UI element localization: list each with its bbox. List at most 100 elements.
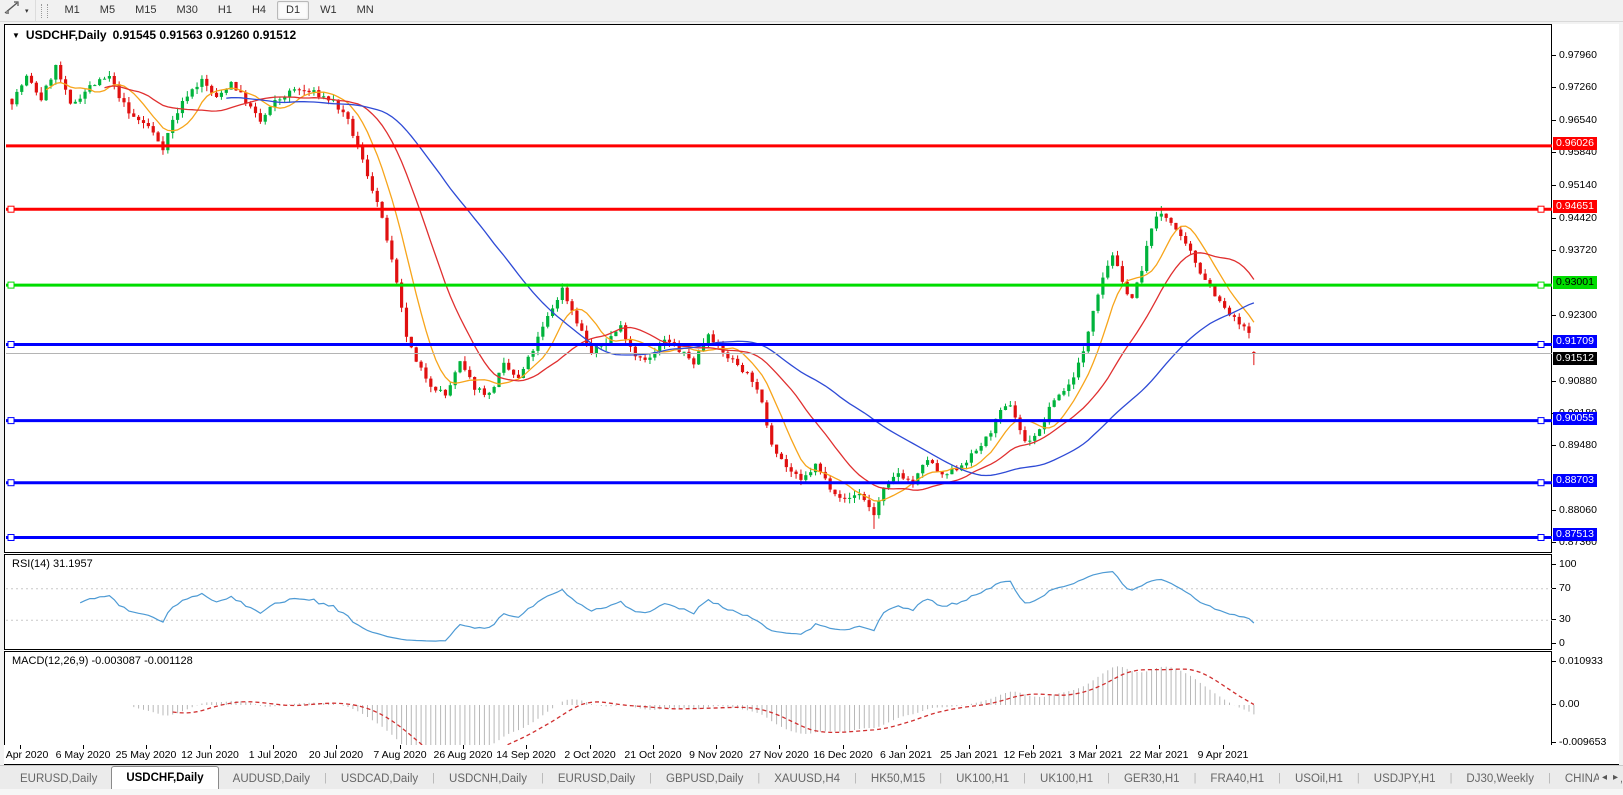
line-handle[interactable] (7, 281, 15, 289)
line-handle[interactable] (1537, 417, 1545, 425)
chart-tab-USDJPY-H1[interactable]: USDJPY,H1 (1360, 769, 1450, 789)
chart-dropdown-icon[interactable]: ▼ (12, 31, 20, 40)
date-label: 2 Oct 2020 (564, 749, 616, 761)
date-label: 25 May 2020 (115, 749, 177, 761)
date-label: 9 Apr 2021 (1197, 749, 1249, 761)
date-label: 22 Mar 2021 (1129, 749, 1189, 761)
price-pane[interactable]: ▼ USDCHF,Daily 0.91545 0.91563 0.91260 0… (4, 24, 1552, 553)
chart-tab-USDCAD-Daily[interactable]: USDCAD,Daily (327, 769, 432, 789)
price-level-badge[interactable]: 0.88703 (1553, 474, 1597, 487)
axis-tick-label: 0.97260 (1559, 81, 1597, 93)
macd-canvas[interactable] (6, 653, 1552, 746)
axis-tick-mark (1552, 704, 1556, 705)
timeframe-button-MN[interactable]: MN (348, 1, 383, 20)
line-handle[interactable] (1537, 205, 1545, 213)
chart-tab-USDCNH-Daily[interactable]: USDCNH,Daily (435, 769, 541, 789)
chart-tab-AUDUSD-Daily[interactable]: AUDUSD,Daily (219, 769, 324, 789)
chart-tab-EURUSD-Daily[interactable]: EURUSD,Daily (544, 769, 649, 789)
price-level-badge[interactable]: 0.94651 (1553, 200, 1597, 213)
line-handle[interactable] (7, 417, 15, 425)
timeframe-button-D1[interactable]: D1 (277, 1, 310, 20)
axis-tick-label: 100 (1559, 558, 1577, 570)
line-handle[interactable] (7, 341, 15, 348)
date-label: 20 Jul 2020 (308, 749, 364, 761)
chart-tools-cluster[interactable]: ▾ (0, 0, 36, 21)
line-handle[interactable] (1537, 341, 1545, 348)
chart-tab-USOil-H1[interactable]: USOil,H1 (1281, 769, 1357, 789)
chart-tab-DJ30-Weekly[interactable]: DJ30,Weekly (1452, 769, 1548, 789)
axis-tick-mark (1552, 152, 1556, 153)
axis-tick-mark (1552, 588, 1556, 589)
tabbar-lower-strip (0, 789, 1623, 795)
timeframe-button-M1[interactable]: M1 (56, 1, 89, 20)
date-label: 25 Jan 2021 (940, 749, 998, 761)
axis-tick-mark (1552, 542, 1556, 543)
axis-tick-mark (1552, 742, 1556, 743)
chart-title[interactable]: ▼ USDCHF,Daily 0.91545 0.91563 0.91260 0… (12, 28, 296, 42)
axis-tick-label: 70 (1559, 582, 1571, 594)
axis-tick-mark (1552, 510, 1556, 511)
chart-tab-GER30-H1[interactable]: GER30,H1 (1110, 769, 1194, 789)
tabs-scroll-left-icon[interactable]: ◂ (1602, 772, 1607, 783)
timeframe-button-W1[interactable]: W1 (311, 1, 346, 20)
chart-tabs-bar: EURUSD,Daily USDCHF,Daily AUDUSD,Daily | USD… (0, 765, 1623, 795)
rsi-canvas[interactable] (6, 556, 1552, 650)
trendline-tool-icon[interactable] (4, 1, 20, 20)
rsi-line (79, 570, 1255, 642)
chart-tab-FRA40-H1[interactable]: FRA40,H1 (1196, 769, 1278, 789)
price-level-badge[interactable]: 0.91709 (1553, 335, 1597, 348)
line-handle[interactable] (1537, 534, 1545, 541)
date-label: 17 Apr 2020 (4, 749, 49, 761)
price-level-badge[interactable]: 0.93001 (1553, 276, 1597, 289)
chart-tab-USDCHF-Daily[interactable]: USDCHF,Daily (111, 766, 219, 789)
date-label: 14 Sep 2020 (496, 749, 556, 761)
axis-tick-mark (1552, 87, 1556, 88)
chart-tab-UK100-H1[interactable]: UK100,H1 (1026, 769, 1107, 789)
line-handle[interactable] (1537, 281, 1545, 289)
toolbar-grip-handle[interactable] (40, 3, 48, 18)
date-label: 27 Nov 2020 (749, 749, 809, 761)
axis-tick-mark (1552, 564, 1556, 565)
chart-tab-HK50-M15[interactable]: HK50,M15 (857, 769, 939, 789)
rsi-pane[interactable]: RSI(14) 31.1957 (4, 554, 1552, 650)
axis-tick-label: 0.93720 (1559, 244, 1597, 256)
line-handle[interactable] (7, 205, 15, 213)
timeframe-button-M30[interactable]: M30 (167, 1, 206, 20)
axis-tick-mark (1552, 218, 1556, 219)
current-price-badge[interactable]: 0.91512 (1553, 352, 1597, 365)
axis-tick-mark (1552, 315, 1556, 316)
timeframe-button-M15[interactable]: M15 (126, 1, 165, 20)
axis-tick-mark (1552, 619, 1556, 620)
line-handle[interactable] (7, 534, 15, 541)
macd-indicator-label: MACD(12,26,9) -0.003087 -0.001128 (12, 655, 193, 667)
chart-tab-GBPUSD-Daily[interactable]: GBPUSD,Daily (652, 769, 757, 789)
line-handle[interactable] (7, 479, 15, 487)
timeframe-button-H1[interactable]: H1 (209, 1, 241, 20)
rsi-indicator-label: RSI(14) 31.1957 (12, 558, 93, 570)
price-level-badge[interactable]: 0.96026 (1553, 137, 1597, 150)
chart-tab-EURUSD-Daily[interactable]: EURUSD,Daily (6, 769, 111, 789)
axis-tick-label: 0 (1559, 637, 1565, 649)
date-label: 1 Jul 2020 (248, 749, 298, 761)
date-axis[interactable]: 17 Apr 2020 6 May 2020 25 May 2020 12 Jun 2… (4, 745, 1552, 764)
chart-tab-UK100-H1[interactable]: UK100,H1 (942, 769, 1023, 789)
axis-tick-mark (1552, 250, 1556, 251)
line-handle[interactable] (1537, 479, 1545, 487)
axis-tick-label: 0.90880 (1559, 375, 1597, 387)
price-level-badge[interactable]: 0.87513 (1553, 528, 1597, 541)
main-chart-canvas[interactable] (6, 26, 1552, 553)
axis-tick-label: 0.00 (1559, 698, 1580, 710)
chevron-down-icon[interactable]: ▾ (25, 7, 29, 15)
timeframe-button-H4[interactable]: H4 (243, 1, 275, 20)
chart-ohlc-values: 0.91545 0.91563 0.91260 0.91512 (112, 28, 297, 42)
date-label: 3 Mar 2021 (1069, 749, 1123, 761)
macd-pane[interactable]: MACD(12,26,9) -0.003087 -0.001128 (4, 651, 1552, 746)
chart-tab-XAUUSD-H4[interactable]: XAUUSD,H4 (760, 769, 854, 789)
axis-tick-label: 0.88060 (1559, 504, 1597, 516)
price-level-badge[interactable]: 0.90055 (1553, 412, 1597, 425)
timeframe-button-M5[interactable]: M5 (91, 1, 124, 20)
tabs-scroll-right-icon[interactable]: ▸ (1613, 772, 1618, 783)
date-label: 12 Jun 2020 (181, 749, 239, 761)
price-axis[interactable]: 0.97960 0.97260 0.96540 0.95840 0.95140 0.944… (1552, 24, 1619, 748)
axis-tick-label: 0.97960 (1559, 49, 1597, 61)
